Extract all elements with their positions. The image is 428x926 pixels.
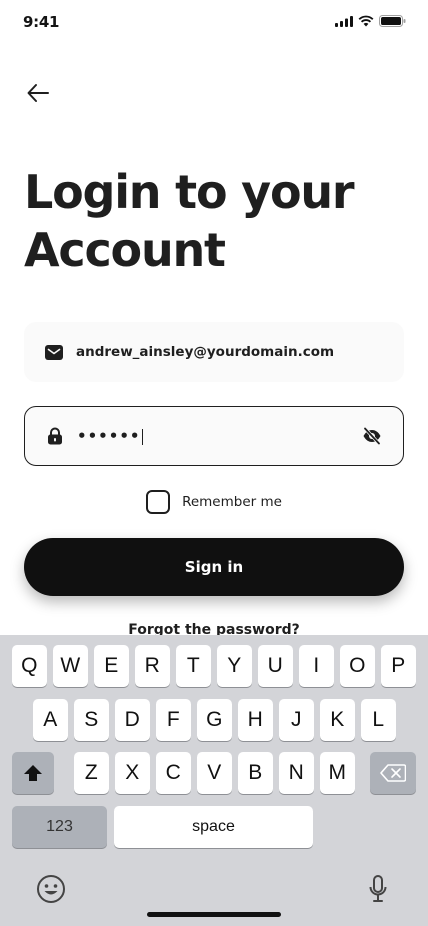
key-i[interactable]: I [299, 645, 334, 687]
key-s[interactable]: S [74, 699, 109, 741]
keyboard: QWERTYUIOP ASDFGHJKL ZXCVBNM 123 space [0, 635, 428, 926]
delete-key[interactable] [370, 752, 416, 794]
key-o[interactable]: O [340, 645, 375, 687]
key-q[interactable]: Q [12, 645, 47, 687]
status-time: 9:41 [23, 13, 60, 31]
page-title: Login to your Account [24, 163, 404, 279]
key-c[interactable]: C [156, 752, 191, 794]
home-indicator [147, 912, 281, 917]
remember-label[interactable]: Remember me [182, 494, 282, 510]
microphone-icon [369, 875, 387, 902]
status-bar: 9:41 [0, 0, 428, 44]
numbers-key[interactable]: 123 [12, 806, 107, 848]
emoji-button[interactable] [34, 872, 68, 906]
password-field[interactable]: •••••• [24, 406, 404, 466]
title-line-1: Login to your [24, 165, 355, 219]
key-t[interactable]: T [176, 645, 211, 687]
key-e[interactable]: E [94, 645, 129, 687]
battery-icon [379, 15, 406, 27]
key-u[interactable]: U [258, 645, 293, 687]
mail-icon [44, 342, 64, 362]
key-z[interactable]: Z [74, 752, 109, 794]
key-p[interactable]: P [381, 645, 416, 687]
title-line-2: Account [24, 223, 226, 277]
key-b[interactable]: B [238, 752, 273, 794]
key-f[interactable]: F [156, 699, 191, 741]
key-d[interactable]: D [115, 699, 150, 741]
key-w[interactable]: W [53, 645, 88, 687]
email-value: andrew_ainsley@yourdomain.com [76, 344, 335, 360]
key-y[interactable]: Y [217, 645, 252, 687]
key-k[interactable]: K [320, 699, 355, 741]
email-field[interactable]: andrew_ainsley@yourdomain.com [24, 322, 404, 382]
back-button[interactable] [24, 80, 52, 106]
wifi-icon [358, 15, 374, 27]
backspace-icon [380, 764, 406, 782]
key-h[interactable]: H [238, 699, 273, 741]
key-v[interactable]: V [197, 752, 232, 794]
dictation-button[interactable] [364, 872, 392, 906]
key-n[interactable]: N [279, 752, 314, 794]
key-m[interactable]: M [320, 752, 355, 794]
shift-icon [24, 765, 42, 781]
arrow-left-icon [27, 84, 49, 102]
key-x[interactable]: X [115, 752, 150, 794]
key-r[interactable]: R [135, 645, 170, 687]
text-caret [141, 428, 144, 445]
signal-icon [335, 15, 353, 27]
emoji-icon [37, 875, 65, 903]
shift-key[interactable] [12, 752, 54, 794]
eye-off-icon[interactable] [361, 425, 383, 447]
key-l[interactable]: L [361, 699, 396, 741]
key-g[interactable]: G [197, 699, 232, 741]
status-icons [335, 15, 406, 27]
key-j[interactable]: J [279, 699, 314, 741]
lock-icon [45, 426, 65, 446]
sign-in-button[interactable]: Sign in [24, 538, 404, 596]
space-key[interactable]: space [114, 806, 313, 848]
remember-checkbox[interactable] [146, 490, 171, 514]
password-value: •••••• [77, 427, 361, 445]
remember-row: Remember me [0, 490, 428, 514]
password-dots: •••••• [77, 427, 141, 445]
key-a[interactable]: A [33, 699, 68, 741]
